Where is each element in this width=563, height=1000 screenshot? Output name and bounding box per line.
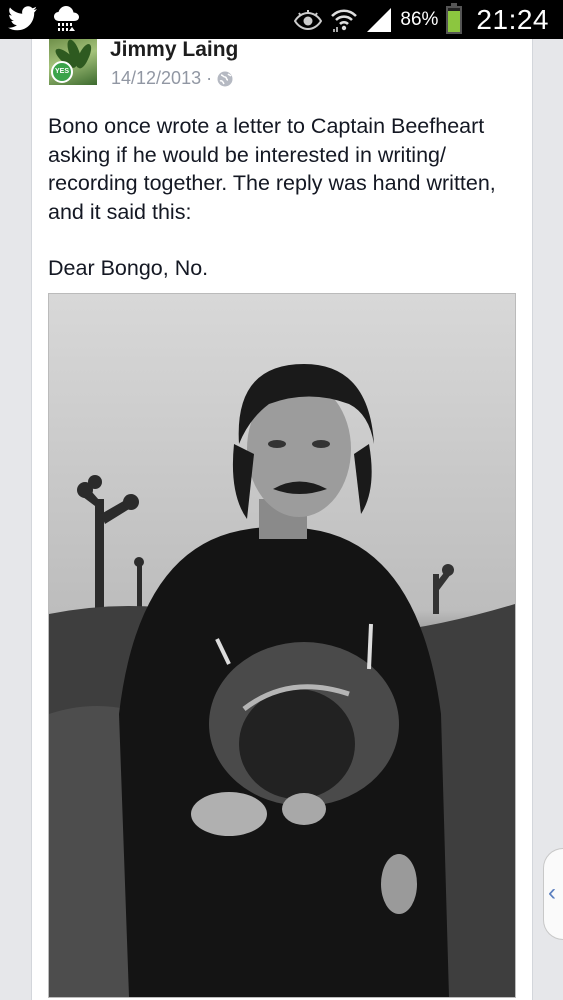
notification-icons xyxy=(8,5,82,33)
system-icons: 86% 21:24 xyxy=(294,3,549,36)
avatar-badge: YES xyxy=(51,61,73,83)
post-paragraph-1: Bono once wrote a letter to Captain Beef… xyxy=(48,114,496,224)
globe-icon xyxy=(217,71,233,87)
post-card: YES Jimmy Laing 14/12/2013 · Bono once w… xyxy=(31,38,533,1000)
post-paragraph-2: Dear Bongo, No. xyxy=(48,256,209,280)
eye-icon xyxy=(294,10,323,30)
chevron-left-icon: ‹ xyxy=(548,879,556,906)
post-date[interactable]: 14/12/2013 xyxy=(111,68,201,89)
signal-icon xyxy=(366,7,392,33)
wifi-icon xyxy=(330,7,358,33)
battery-percent: 86% xyxy=(400,9,439,30)
author-name[interactable]: Jimmy Laing xyxy=(110,38,238,62)
twitter-bird-icon xyxy=(8,6,38,32)
weather-cloud-icon xyxy=(52,5,82,33)
side-panel-handle[interactable]: ‹ xyxy=(543,848,563,940)
avatar[interactable]: YES xyxy=(49,39,97,85)
meta-separator: · xyxy=(206,68,213,88)
battery-icon xyxy=(446,3,463,34)
post-photo[interactable] xyxy=(48,293,516,998)
post-text: Bono once wrote a letter to Captain Beef… xyxy=(48,112,518,283)
post-meta: 14/12/2013 · xyxy=(111,68,233,89)
status-bar: 86% 21:24 xyxy=(0,0,563,39)
clock: 21:24 xyxy=(476,4,549,35)
